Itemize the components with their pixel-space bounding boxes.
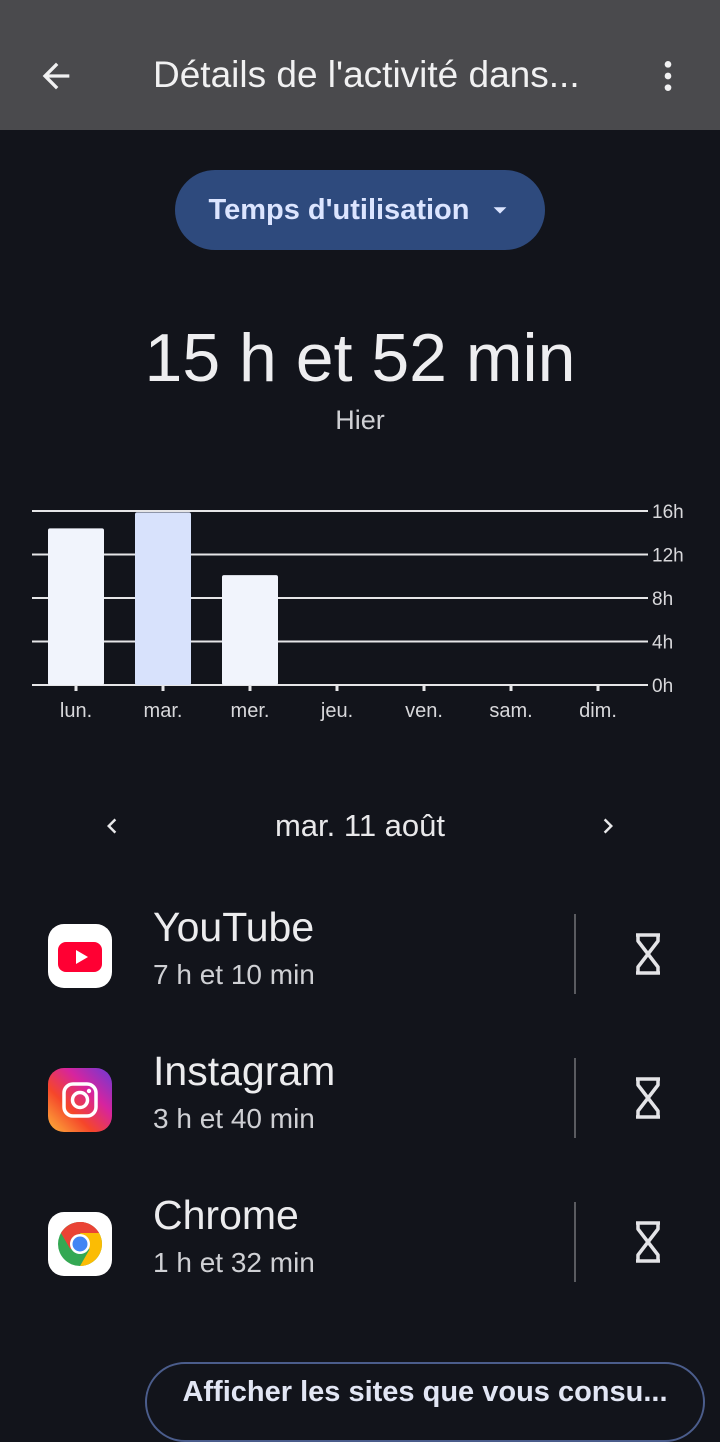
total-usage: 15 h et 52 min xyxy=(144,320,576,396)
app-name: Chrome xyxy=(153,1192,299,1238)
x-tick-label: ven. xyxy=(405,700,443,722)
back-button[interactable] xyxy=(30,50,82,102)
app-row-youtube[interactable]: YouTube 7 h et 10 min xyxy=(0,894,720,1014)
y-tick-label: 0h xyxy=(652,676,673,697)
more-vert-icon xyxy=(664,61,672,91)
next-day-button[interactable] xyxy=(582,800,634,852)
x-tick-label: jeu. xyxy=(320,700,353,722)
y-tick-label: 4h xyxy=(652,633,673,654)
x-tick-label: dim. xyxy=(579,700,617,722)
app-usage-time: 3 h et 40 min xyxy=(153,1103,315,1134)
usage-bar-chart: 0h 4h 8h 12h 16h lun. mar. mer. jeu. ven. sam. dim. xyxy=(32,502,684,722)
dropdown-arrow-icon xyxy=(494,207,507,214)
chart-bar[interactable] xyxy=(222,575,278,685)
app-usage-time: 7 h et 10 min xyxy=(153,959,315,990)
chart-bar[interactable] xyxy=(48,528,104,685)
divider xyxy=(574,1058,576,1138)
top-app-bar: Détails de l'activité dans... xyxy=(0,0,720,130)
metric-dropdown[interactable]: Temps d'utilisation xyxy=(175,170,545,250)
arrow-left-icon xyxy=(42,62,70,90)
hourglass-icon xyxy=(636,1221,660,1263)
chrome-icon xyxy=(48,1212,112,1276)
y-tick-label: 16h xyxy=(652,502,684,523)
page-title: Détails de l'activité dans... xyxy=(153,54,580,95)
usage-period: Hier xyxy=(335,405,385,435)
divider xyxy=(574,914,576,994)
show-sites-label: Afficher les sites que vous consu... xyxy=(182,1376,668,1408)
youtube-icon xyxy=(48,924,112,988)
x-tick-label: lun. xyxy=(60,700,92,722)
divider xyxy=(574,1202,576,1282)
y-tick-label: 12h xyxy=(652,546,684,567)
app-timer-button[interactable] xyxy=(620,1068,676,1128)
app-row-instagram[interactable]: Instagram 3 h et 40 min xyxy=(0,1038,720,1158)
hourglass-icon xyxy=(636,1077,660,1119)
chart-bar[interactable] xyxy=(135,512,191,685)
app-usage-time: 1 h et 32 min xyxy=(153,1247,315,1278)
app-timer-button[interactable] xyxy=(620,924,676,984)
chevron-right-icon xyxy=(603,818,613,834)
app-row-chrome[interactable]: Chrome 1 h et 32 min xyxy=(0,1182,720,1302)
app-timer-button[interactable] xyxy=(620,1212,676,1272)
instagram-icon xyxy=(48,1068,112,1132)
more-options-button[interactable] xyxy=(642,50,694,102)
show-sites-button[interactable]: Afficher les sites que vous consu... xyxy=(145,1362,705,1442)
y-tick-label: 8h xyxy=(652,589,673,610)
x-tick-label: mer. xyxy=(231,700,270,722)
app-name: YouTube xyxy=(153,904,315,950)
app-name: Instagram xyxy=(153,1048,336,1094)
metric-dropdown-label: Temps d'utilisation xyxy=(208,193,470,226)
hourglass-icon xyxy=(636,933,660,975)
x-tick-label: mar. xyxy=(144,700,183,722)
x-tick-label: sam. xyxy=(489,700,532,722)
